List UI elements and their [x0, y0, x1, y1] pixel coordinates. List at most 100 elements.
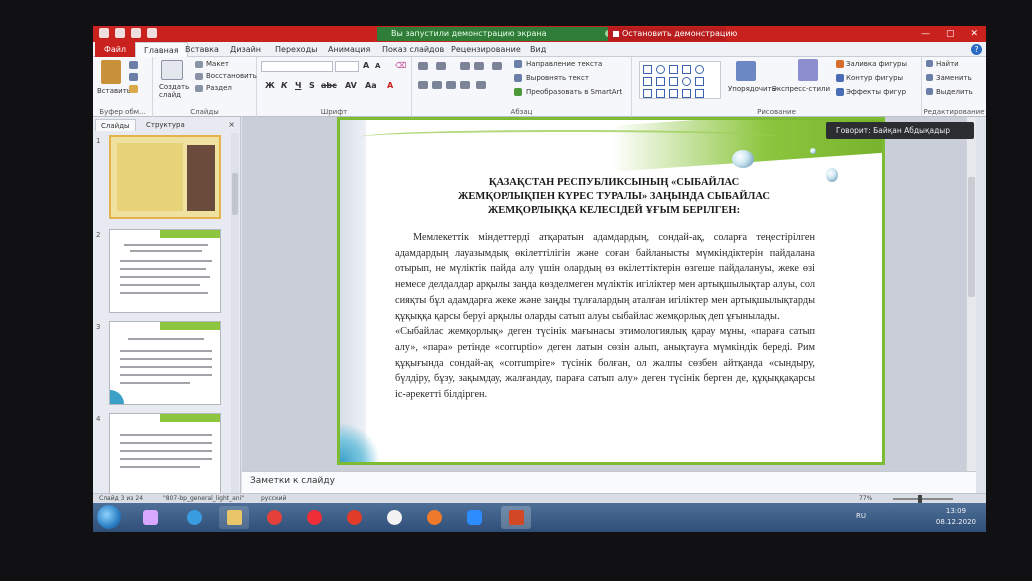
text-direction-button[interactable]: Направление текста: [526, 60, 602, 68]
tab-slideshow[interactable]: Показ слайдов: [382, 42, 444, 57]
align-left-icon[interactable]: [418, 81, 428, 89]
underline-icon[interactable]: Ч: [295, 81, 301, 90]
replace-button[interactable]: Заменить: [936, 74, 972, 82]
minimize-button[interactable]: —: [921, 29, 930, 39]
smartart-button[interactable]: Преобразовать в SmartArt: [526, 88, 622, 96]
shrink-font-icon[interactable]: A: [375, 62, 380, 70]
taskbar-app-icon[interactable]: [135, 506, 165, 529]
columns-icon[interactable]: [476, 81, 486, 89]
shape-oval-icon[interactable]: [656, 65, 665, 74]
decrease-indent-icon[interactable]: [460, 62, 470, 70]
shape-star-icon[interactable]: [695, 77, 704, 86]
shadow-icon[interactable]: S: [309, 81, 315, 90]
system-clock[interactable]: 13:09 08.12.2020: [936, 506, 976, 528]
align-center-icon[interactable]: [432, 81, 442, 89]
tab-home[interactable]: Главная: [135, 42, 188, 57]
bullets-icon[interactable]: [418, 62, 428, 70]
panel-close-icon[interactable]: ×: [228, 119, 235, 131]
slide-title[interactable]: ҚАЗАҚСТАН РЕСПУБЛИКСЫНЫҢ «СЫБАЙЛАС ЖЕМҚО…: [370, 176, 858, 218]
paste-label[interactable]: Вставить: [97, 87, 131, 95]
paste-icon[interactable]: [101, 60, 121, 84]
slide-scrollbar[interactable]: [966, 117, 976, 471]
shape-brace-icon[interactable]: [669, 77, 678, 86]
yandex-browser-icon[interactable]: [379, 506, 409, 529]
slide-thumbnail-2[interactable]: [109, 229, 221, 313]
shape-circle-icon[interactable]: [695, 65, 704, 74]
media-player-icon[interactable]: [419, 506, 449, 529]
notes-pane[interactable]: Заметки к слайду: [242, 471, 976, 493]
arrange-icon[interactable]: [736, 61, 756, 81]
maximize-button[interactable]: ▢: [946, 29, 955, 39]
slide-thumbnail-1[interactable]: [109, 135, 221, 219]
find-button[interactable]: Найти: [936, 60, 959, 68]
strikethrough-icon[interactable]: abc: [321, 81, 337, 90]
shapes-gallery[interactable]: [639, 61, 721, 99]
quick-styles-button[interactable]: Экспресс-стили: [772, 85, 830, 93]
shape-pentagon-icon[interactable]: [656, 77, 665, 86]
arrange-button[interactable]: Упорядочить: [728, 85, 776, 93]
close-button[interactable]: ✕: [970, 29, 978, 39]
start-button[interactable]: [97, 505, 121, 529]
clear-format-icon[interactable]: ⌫: [395, 61, 406, 70]
powerpoint-icon[interactable]: [501, 506, 531, 529]
shape-effects-button[interactable]: Эффекты фигур: [846, 88, 906, 96]
font-color-icon[interactable]: A: [387, 81, 393, 90]
zoom-app-icon[interactable]: [459, 506, 489, 529]
help-icon[interactable]: ?: [971, 44, 982, 55]
shape-wave-icon[interactable]: [656, 89, 665, 98]
shape-line-icon[interactable]: [669, 65, 678, 74]
format-painter-icon[interactable]: [129, 85, 138, 93]
zoom-slider[interactable]: [893, 498, 953, 500]
quick-styles-icon[interactable]: [798, 59, 818, 81]
shape-outline-button[interactable]: Контур фигуры: [846, 74, 903, 82]
tab-outline[interactable]: Структура: [141, 119, 190, 131]
section-button[interactable]: Раздел: [206, 84, 232, 92]
char-spacing-icon[interactable]: AV: [345, 81, 357, 90]
font-family-select[interactable]: [261, 61, 333, 72]
shape-arc-icon[interactable]: [682, 77, 691, 86]
slide-scroll-thumb[interactable]: [968, 177, 975, 297]
shape-curve-icon[interactable]: [643, 89, 652, 98]
copy-icon[interactable]: [129, 73, 138, 81]
current-slide[interactable]: ҚАЗАҚСТАН РЕСПУБЛИКСЫНЫҢ «СЫБАЙЛАС ЖЕМҚО…: [337, 117, 885, 465]
stop-sharing-button[interactable]: Остановить демонстрацию: [608, 27, 737, 41]
numbering-icon[interactable]: [436, 62, 446, 70]
grow-font-icon[interactable]: A: [363, 61, 369, 70]
change-case-icon[interactable]: Aa: [365, 81, 377, 90]
input-language[interactable]: RU: [856, 512, 866, 520]
undo-icon[interactable]: [131, 28, 141, 38]
bold-icon[interactable]: Ж: [265, 81, 275, 90]
cut-icon[interactable]: [129, 61, 138, 69]
line-spacing-icon[interactable]: [492, 62, 502, 70]
shape-arrow-icon[interactable]: [682, 65, 691, 74]
slide-thumbnail-4[interactable]: [109, 413, 221, 497]
align-text-button[interactable]: Выровнять текст: [526, 74, 589, 82]
tab-review[interactable]: Рецензирование: [451, 42, 521, 57]
italic-icon[interactable]: К: [281, 81, 288, 90]
shape-fill-button[interactable]: Заливка фигуры: [846, 60, 907, 68]
shape-rect-icon[interactable]: [643, 65, 652, 74]
layout-button[interactable]: Макет: [206, 60, 229, 68]
create-slide-label[interactable]: Создать слайд: [159, 83, 189, 99]
zoom-slider-knob[interactable]: [918, 495, 922, 503]
tab-transitions[interactable]: Переходы: [275, 42, 317, 57]
tab-design[interactable]: Дизайн: [230, 42, 261, 57]
increase-indent-icon[interactable]: [474, 62, 484, 70]
justify-icon[interactable]: [460, 81, 470, 89]
tab-view[interactable]: Вид: [530, 42, 546, 57]
new-slide-icon[interactable]: [161, 60, 183, 80]
panel-scrollbar[interactable]: [231, 133, 239, 495]
select-button[interactable]: Выделить: [936, 88, 973, 96]
tab-insert[interactable]: Вставка: [185, 42, 219, 57]
tab-file[interactable]: Файл: [95, 42, 135, 57]
tab-slides[interactable]: Слайды: [95, 119, 136, 131]
tab-animation[interactable]: Анимация: [328, 42, 370, 57]
slide-body-text[interactable]: Мемлекеттік міндеттерді атқаратын адамда…: [395, 230, 815, 403]
shape-triangle-icon[interactable]: [643, 77, 652, 86]
chrome-icon[interactable]: [259, 506, 289, 529]
shape-callout-icon[interactable]: [669, 89, 678, 98]
shape-flow-icon[interactable]: [682, 89, 691, 98]
ie-icon[interactable]: [179, 506, 209, 529]
shape-heart-icon[interactable]: [695, 89, 704, 98]
font-size-select[interactable]: [335, 61, 359, 72]
